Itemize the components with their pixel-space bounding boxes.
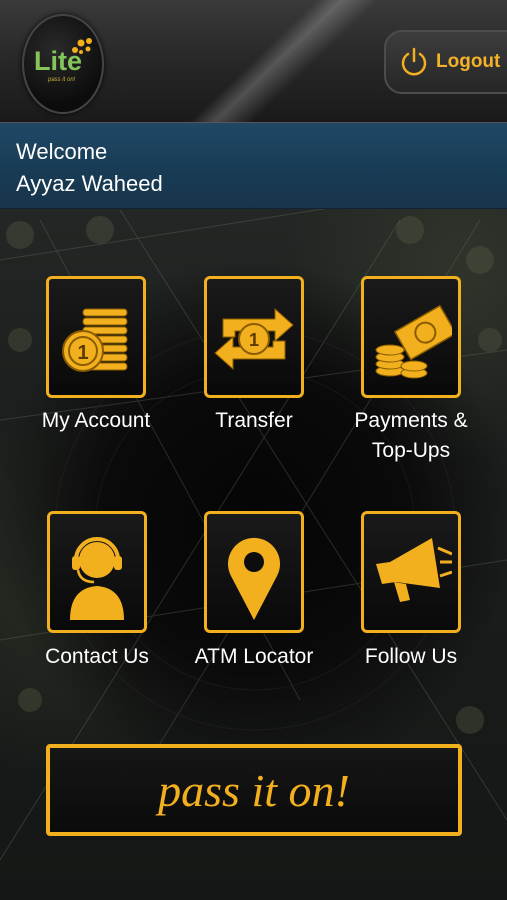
- power-icon: [401, 47, 427, 76]
- headset-agent-icon: [70, 537, 124, 620]
- tile-payments[interactable]: [361, 276, 461, 398]
- transfer-arrows-icon: 1: [214, 307, 294, 371]
- atm-locator-label[interactable]: ATM Locator: [184, 642, 324, 672]
- payments-label[interactable]: Payments &: [341, 406, 481, 436]
- svg-text:1: 1: [77, 342, 88, 364]
- welcome-bar: Welcome Ayyaz Waheed: [0, 123, 507, 209]
- brand-tagline: pass it on!: [48, 77, 76, 83]
- transfer-label[interactable]: Transfer: [184, 406, 324, 436]
- tile-atm-locator[interactable]: [204, 511, 304, 633]
- tile-contact-us-frame: [47, 511, 147, 633]
- tile-transfer[interactable]: 1: [204, 276, 304, 398]
- app-header: Lite pass it on! Logout: [0, 0, 507, 123]
- tile-follow-us[interactable]: [361, 511, 461, 633]
- topups-label[interactable]: Top-Ups: [341, 436, 481, 466]
- tile-atm-locator-frame: [204, 511, 304, 633]
- tile-payments-frame: [361, 276, 461, 398]
- brand-name: Lite: [34, 46, 83, 76]
- payments-icon: [375, 304, 452, 379]
- tile-transfer-frame: 1: [204, 276, 304, 398]
- my-account-label[interactable]: My Account: [26, 406, 166, 436]
- follow-us-label[interactable]: Follow Us: [341, 642, 481, 672]
- brand-logo: Lite pass it on!: [22, 14, 104, 114]
- tile-follow-us-frame: [361, 511, 461, 633]
- pass-it-on-banner[interactable]: pass it on!: [46, 744, 462, 836]
- welcome-greeting: Welcome: [16, 139, 108, 164]
- logout-label: Logout: [436, 51, 501, 72]
- logout-button[interactable]: Logout: [384, 30, 507, 94]
- user-name: Ayyaz Waheed: [16, 171, 163, 196]
- tile-contact-us[interactable]: [47, 511, 147, 633]
- svg-text:1: 1: [249, 330, 259, 350]
- tile-my-account-frame: 1: [46, 276, 146, 398]
- coins-stack-icon: 1: [62, 308, 128, 372]
- tile-my-account[interactable]: 1: [46, 276, 146, 398]
- pass-it-on-text: pass it on!: [158, 764, 350, 816]
- contact-us-label[interactable]: Contact Us: [27, 642, 167, 672]
- megaphone-icon: [376, 538, 452, 602]
- location-pin-icon: [228, 537, 280, 620]
